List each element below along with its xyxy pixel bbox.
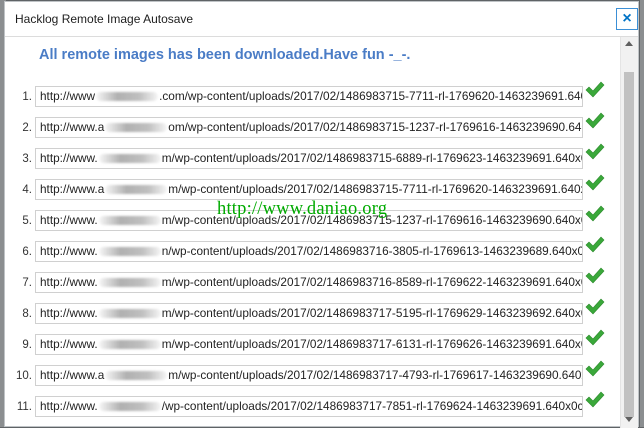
url-row: 4. http://www.a m/wp-content/uploads/2017/…: [5, 174, 622, 201]
url-path: n/wp-content/uploads/2017/02/1486983716-…: [161, 244, 583, 258]
checkmark-icon: [585, 112, 605, 129]
url-path: m/wp-content/uploads/2017/02/1486983717-…: [161, 337, 583, 351]
checkmark-icon: [585, 205, 605, 222]
redacted-domain: [98, 340, 161, 350]
redacted-domain: [98, 216, 161, 226]
url-path: m/wp-content/uploads/2017/02/1486983717-…: [168, 368, 583, 382]
url-field[interactable]: http://www.a m/wp-content/uploads/2017/02…: [35, 365, 583, 386]
url-prefix: http://www: [40, 89, 96, 103]
checkmark-icon: [585, 360, 605, 377]
url-prefix: http://www.: [40, 213, 98, 227]
status-headline: All remote images has been downloaded.Ha…: [39, 47, 411, 63]
checkmark-icon: [585, 329, 605, 346]
url-row: 7. http://www. m/wp-content/uploads/2017/0…: [5, 267, 622, 294]
url-row: 9. http://www. m/wp-content/uploads/2017/0…: [5, 329, 622, 356]
checkmark-icon: [585, 236, 605, 253]
close-icon: ×: [622, 10, 632, 27]
url-row: 8. http://www. m/wp-content/uploads/2017/0…: [5, 298, 622, 325]
row-number: 6.: [22, 246, 32, 258]
url-path: m/wp-content/uploads/2017/02/1486983715-…: [168, 182, 583, 196]
row-number: 10.: [16, 370, 32, 382]
url-row: 6. http://www. n/wp-content/uploads/2017/0…: [5, 236, 622, 263]
url-row: 3. http://www. m/wp-content/uploads/2017/0…: [5, 143, 622, 170]
dialog-title: Hacklog Remote Image Autosave: [15, 12, 194, 26]
url-field[interactable]: http://www. m/wp-content/uploads/2017/02/…: [35, 303, 583, 324]
checkmark-icon: [585, 391, 605, 408]
row-number: 5.: [22, 215, 32, 227]
url-field[interactable]: http://www. m/wp-content/uploads/2017/02/…: [35, 148, 583, 169]
url-prefix: http://www.: [40, 399, 98, 413]
row-number: 9.: [22, 339, 32, 351]
checkmark-icon: [585, 81, 605, 98]
url-field[interactable]: http://www.a m/wp-content/uploads/2017/02…: [35, 179, 583, 200]
scrollbar-thumb[interactable]: [624, 72, 634, 417]
url-field[interactable]: http://www.a om/wp-content/uploads/2017/0…: [35, 117, 583, 138]
redacted-domain: [105, 123, 168, 133]
checkmark-icon: [585, 174, 605, 191]
redacted-domain: [105, 371, 168, 381]
vertical-scrollbar[interactable]: [620, 37, 638, 428]
redacted-domain: [96, 92, 159, 102]
close-button[interactable]: ×: [616, 8, 638, 30]
checkmark-icon: [585, 298, 605, 315]
scroll-down-icon[interactable]: [625, 417, 633, 422]
url-path: m/wp-content/uploads/2017/02/1486983717-…: [161, 306, 583, 320]
row-number: 11.: [16, 401, 32, 413]
url-row: 11. http://www. /wp-content/uploads/2017/0…: [5, 391, 622, 418]
row-number: 3.: [22, 153, 32, 165]
url-prefix: http://www.: [40, 151, 98, 165]
row-number: 2.: [22, 122, 32, 134]
url-field[interactable]: http://www. m/wp-content/uploads/2017/02/…: [35, 334, 583, 355]
redacted-domain: [105, 185, 168, 195]
url-path: m/wp-content/uploads/2017/02/1486983716-…: [161, 275, 583, 289]
background-edge-right: [640, 0, 644, 427]
url-prefix: http://www.: [40, 337, 98, 351]
url-field[interactable]: http://www .com/wp-content/uploads/2017/0…: [35, 86, 583, 107]
dialog-titlebar: Hacklog Remote Image Autosave ×: [5, 2, 638, 37]
row-number: 1.: [22, 91, 32, 103]
row-number: 7.: [22, 277, 32, 289]
row-number: 4.: [22, 184, 32, 196]
redacted-domain: [98, 247, 161, 257]
url-path: m/wp-content/uploads/2017/02/1486983715-…: [161, 151, 583, 165]
url-field[interactable]: http://www. m/wp-content/uploads/2017/02/…: [35, 272, 583, 293]
url-prefix: http://www.a: [40, 120, 105, 134]
redacted-domain: [98, 154, 161, 164]
scroll-up-icon[interactable]: [625, 41, 633, 46]
redacted-domain: [98, 278, 161, 288]
url-row: 1. http://www .com/wp-content/uploads/2017…: [5, 81, 622, 108]
checkmark-icon: [585, 267, 605, 284]
url-prefix: http://www.: [40, 244, 98, 258]
watermark-text: http://www.daniao.org: [217, 199, 388, 219]
dialog-content: All remote images has been downloaded.Ha…: [5, 37, 622, 428]
url-prefix: http://www.a: [40, 182, 105, 196]
url-path: om/wp-content/uploads/2017/02/1486983715…: [168, 120, 583, 134]
url-prefix: http://www.: [40, 275, 98, 289]
url-path: /wp-content/uploads/2017/02/1486983717-7…: [161, 399, 583, 413]
url-field[interactable]: http://www. n/wp-content/uploads/2017/02/…: [35, 241, 583, 262]
url-path: .com/wp-content/uploads/2017/02/14869837…: [159, 89, 583, 103]
url-prefix: http://www.a: [40, 368, 105, 382]
checkmark-icon: [585, 143, 605, 160]
redacted-domain: [98, 309, 161, 319]
redacted-domain: [98, 402, 161, 412]
url-row: 2. http://www.a om/wp-content/uploads/2017…: [5, 112, 622, 139]
url-prefix: http://www.: [40, 306, 98, 320]
url-field[interactable]: http://www. /wp-content/uploads/2017/02/1…: [35, 396, 583, 417]
row-number: 8.: [22, 308, 32, 320]
url-row: 10. http://www.a m/wp-content/uploads/2017…: [5, 360, 622, 387]
